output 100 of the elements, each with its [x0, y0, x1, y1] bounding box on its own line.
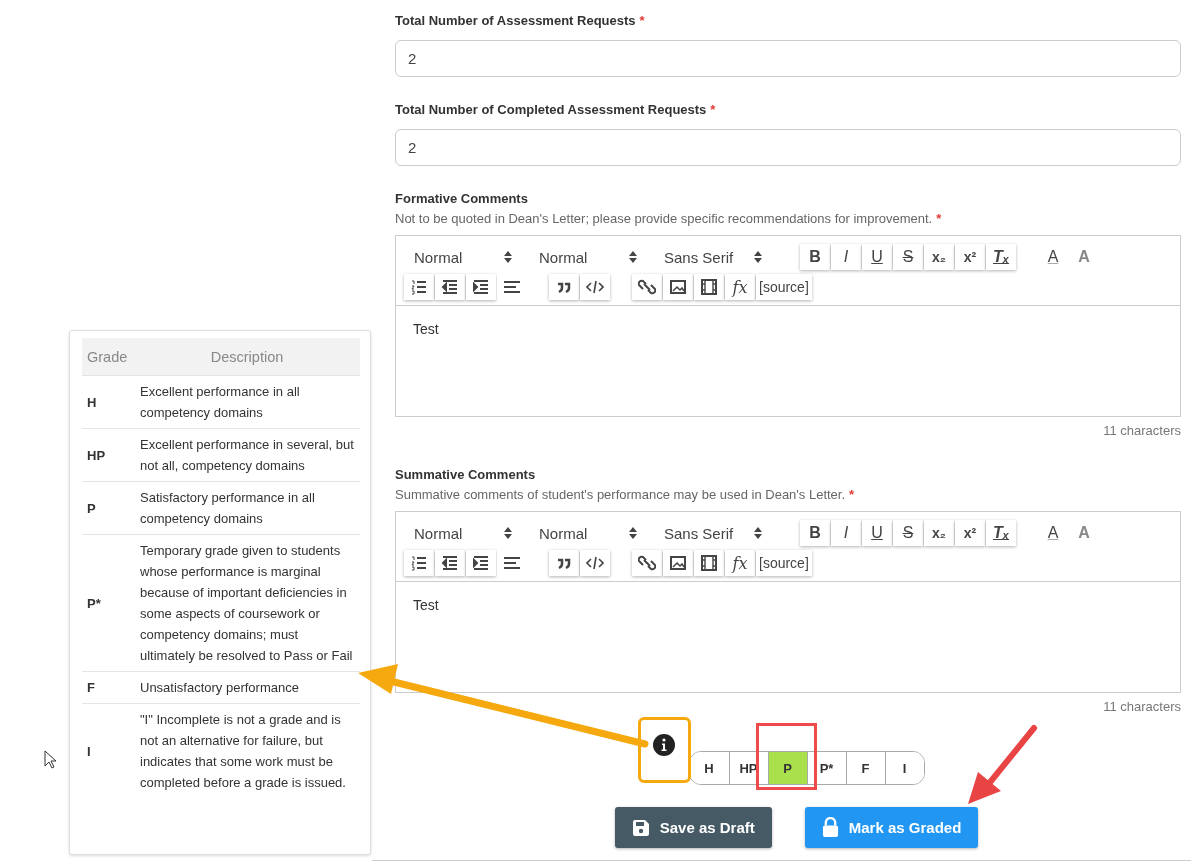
ordered-list-button[interactable] — [404, 550, 434, 576]
indent-button[interactable] — [466, 274, 496, 300]
grade-cell: I — [82, 703, 134, 798]
italic-button[interactable]: I — [831, 520, 861, 546]
outdent-button[interactable] — [435, 550, 465, 576]
input-field[interactable]: 2 — [395, 129, 1181, 166]
outdent-button[interactable] — [435, 274, 465, 300]
field-hint: Summative comments of student's performance may be used in Dean's Letter. — [395, 487, 846, 502]
image-button[interactable] — [663, 274, 693, 300]
grade-cell: HP — [82, 428, 134, 482]
code-button[interactable] — [580, 274, 610, 300]
outdent-icon — [441, 278, 459, 296]
caret-icon — [629, 527, 637, 539]
field-label: Total Number of Assessment Requests — [395, 12, 636, 30]
field-label: Summative Comments — [395, 466, 537, 484]
format-dropdown[interactable]: Normal — [529, 248, 641, 266]
comment-text[interactable]: Test — [413, 597, 439, 613]
bold-button[interactable]: B — [800, 244, 830, 270]
description-cell: Excellent performance in several, but not all, competency domains — [134, 428, 360, 482]
indent-icon — [472, 278, 490, 296]
underline-button[interactable]: U — [862, 520, 892, 546]
quote-button[interactable] — [549, 274, 579, 300]
caret-icon — [504, 251, 512, 263]
align-left-icon — [503, 554, 521, 572]
clear-format-button[interactable]: Tₓ — [986, 244, 1016, 270]
caret-icon — [754, 527, 762, 539]
align-left-icon — [503, 278, 521, 296]
image-icon — [669, 278, 687, 296]
column-header: Grade — [82, 338, 134, 376]
required-mark: * — [936, 211, 942, 226]
code-icon — [586, 278, 604, 296]
highlight-frame — [756, 723, 817, 790]
format-dropdown[interactable]: Normal — [529, 524, 641, 542]
format-dropdown[interactable]: Normal — [404, 248, 516, 266]
code-icon — [586, 554, 604, 572]
save-draft-button[interactable]: Save as Draft — [614, 807, 772, 848]
required-mark: * — [710, 102, 716, 117]
quote-button[interactable] — [549, 550, 579, 576]
description-cell: Temporary grade given to students whose performance is marginal because of important deficiencies in some aspects of coursework or competency domains; must ultimately be resolved to Pass or Fail — [134, 534, 360, 672]
grade-cell: P — [82, 481, 134, 535]
grade-option[interactable]: I — [884, 752, 924, 784]
description-cell: "I" Incomplete is not a grade and is not an alternative for failure, but indicates that some work must be completed before a grade is issued. — [134, 703, 360, 798]
film-icon — [700, 554, 718, 572]
required-mark: * — [639, 13, 645, 28]
caret-icon — [504, 527, 512, 539]
superscript-button[interactable]: x² — [955, 520, 985, 546]
field-label: Total Number of Completed Assessment Requests — [395, 101, 707, 119]
format-dropdown[interactable]: Normal — [404, 524, 516, 542]
subscript-button[interactable]: x₂ — [924, 244, 954, 270]
numbered-list-icon — [410, 278, 428, 296]
code-button[interactable] — [580, 550, 610, 576]
info-icon[interactable] — [651, 733, 676, 757]
field-hint: Not to be quoted in Dean's Letter; please provide specific recommendations for improvement. — [395, 211, 933, 226]
clear-format-button[interactable]: Tₓ — [986, 520, 1016, 546]
indent-icon — [472, 554, 490, 572]
caret-icon — [754, 251, 762, 263]
video-button[interactable] — [694, 550, 724, 576]
description-cell: Satisfactory performance in all competency domains — [134, 481, 360, 535]
link-icon — [638, 278, 656, 296]
description-cell: Unsatisfactory performance — [134, 671, 360, 704]
grade-cell: F — [82, 671, 134, 704]
format-dropdown[interactable]: Sans Serif — [654, 248, 766, 266]
image-button[interactable] — [663, 550, 693, 576]
character-count: 11 characters — [1103, 423, 1181, 438]
formula-button[interactable]: fx — [725, 550, 755, 576]
character-count: 11 characters — [1103, 699, 1181, 714]
strikethrough-button[interactable]: S — [893, 520, 923, 546]
column-header: Description — [134, 338, 360, 376]
strikethrough-button[interactable]: S — [893, 244, 923, 270]
film-icon — [700, 278, 718, 296]
mouse-pointer-icon — [44, 750, 56, 770]
grade-cell: P* — [82, 534, 134, 672]
indent-button[interactable] — [466, 550, 496, 576]
lock-icon — [821, 817, 839, 838]
highlight-frame — [638, 717, 691, 783]
superscript-button[interactable]: x² — [955, 244, 985, 270]
underline-button[interactable]: U — [862, 244, 892, 270]
grade-cell: H — [82, 375, 134, 429]
image-icon — [669, 554, 687, 572]
link-icon — [638, 554, 656, 572]
ordered-list-button[interactable] — [404, 274, 434, 300]
numbered-list-icon — [410, 554, 428, 572]
format-dropdown[interactable]: Sans Serif — [654, 524, 766, 542]
input-field[interactable]: 2 — [395, 40, 1181, 77]
outdent-icon — [441, 554, 459, 572]
grade-option[interactable]: P — [767, 752, 807, 784]
video-button[interactable] — [694, 274, 724, 300]
caret-icon — [629, 251, 637, 263]
bold-button[interactable]: B — [800, 520, 830, 546]
formula-button[interactable]: fx — [725, 274, 755, 300]
comment-text[interactable]: Test — [413, 321, 439, 337]
italic-button[interactable]: I — [831, 244, 861, 270]
field-label: Formative Comments — [395, 190, 529, 208]
link-button[interactable] — [632, 550, 662, 576]
required-mark: * — [849, 487, 855, 502]
subscript-button[interactable]: x₂ — [924, 520, 954, 546]
link-button[interactable] — [632, 274, 662, 300]
source-button[interactable]: [source] — [756, 550, 812, 576]
source-button[interactable]: [source] — [756, 274, 812, 300]
description-cell: Excellent performance in all competency domains — [134, 375, 360, 429]
